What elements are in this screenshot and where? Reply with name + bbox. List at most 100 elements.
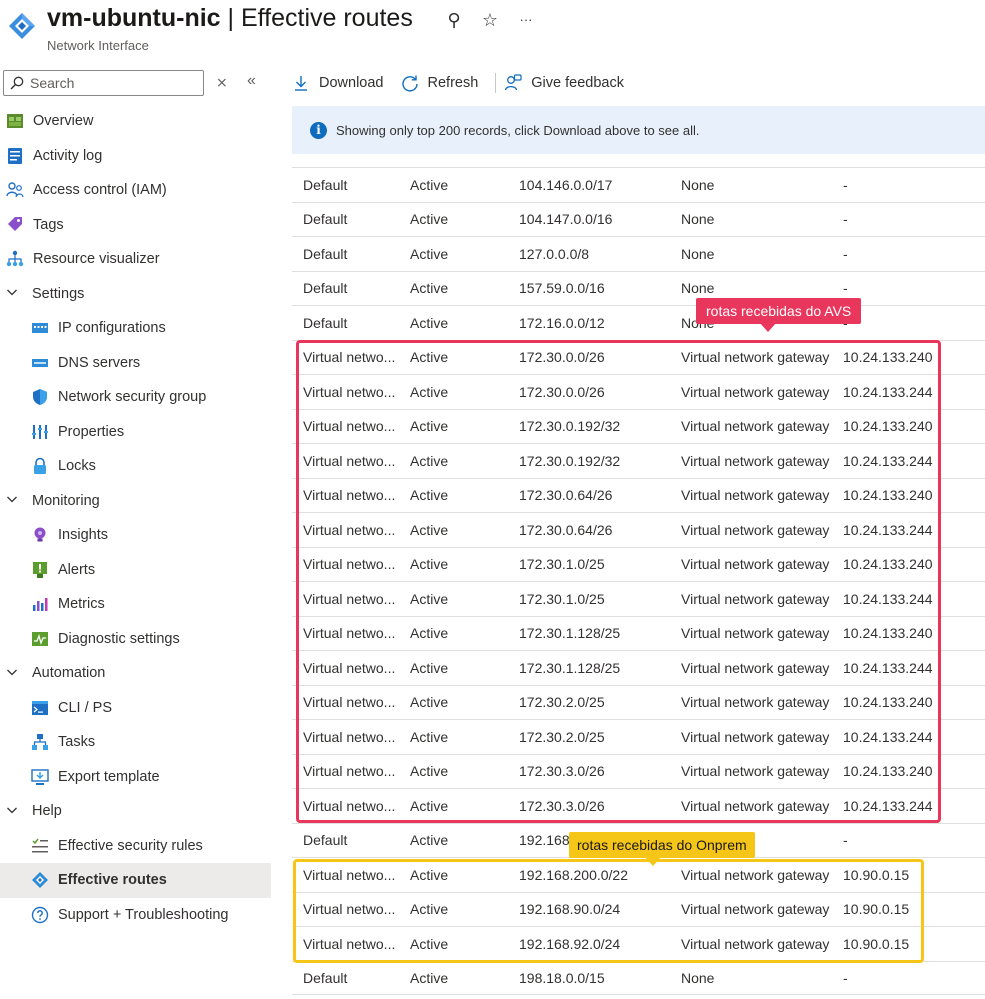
cell-next-hop-type: Virtual network gateway <box>681 797 830 814</box>
cell-route-state: Active <box>410 590 449 607</box>
cell-next-hop-ip: - <box>843 176 848 193</box>
sidebar-item-label: Properties <box>58 423 125 440</box>
cell-route-source: Virtual netwo... <box>303 797 396 814</box>
cell-route-source: Default <box>303 280 348 297</box>
chevron-down-icon <box>6 804 24 819</box>
cell-route-state: Active <box>410 797 449 814</box>
sidebar-item-support-troubleshooting[interactable]: Support + Troubleshooting <box>0 898 271 933</box>
sidebar-item-label: Access control (IAM) <box>33 182 167 199</box>
cell-next-hop-type: None <box>681 176 715 193</box>
table-row: Virtual netwo... Active 172.30.0.64/26 Virt… <box>292 477 985 513</box>
sidebar-item-properties[interactable]: Properties <box>0 415 271 450</box>
sidebar-item-label: CLI / PS <box>58 699 112 716</box>
sidebar-item-tags[interactable]: Tags <box>0 208 271 243</box>
download-label: Download <box>319 75 384 91</box>
collapse-menu-icon[interactable]: « <box>247 72 256 90</box>
tasks-icon <box>31 733 49 751</box>
cell-next-hop-type: Virtual network gateway <box>681 452 830 469</box>
sidebar-item-activity-log[interactable]: Activity log <box>0 139 271 174</box>
diagnostic-icon <box>31 630 49 648</box>
sidebar-item-tasks[interactable]: Tasks <box>0 725 271 760</box>
table-row: Virtual netwo... Active 172.30.0.192/32 Vir… <box>292 443 985 478</box>
search-box[interactable] <box>3 70 204 96</box>
table-row: Virtual netwo... Active 172.30.1.0/25 Virtu… <box>292 581 985 616</box>
table-row: Virtual netwo... Active 192.168.92.0/24 Vir… <box>292 926 985 961</box>
cell-address-prefix: 172.30.2.0/25 <box>519 694 605 711</box>
sidebar-item-diagnostic-settings[interactable]: Diagnostic settings <box>0 622 271 657</box>
sidebar-item-metrics[interactable]: Metrics <box>0 587 271 622</box>
sidebar-item-insights[interactable]: Insights <box>0 518 271 553</box>
cell-route-state: Active <box>410 659 449 676</box>
table-row: Virtual netwo... Active 172.30.0.0/26 Virtu… <box>292 374 985 409</box>
cell-route-state: Active <box>410 211 449 228</box>
cell-route-state: Active <box>410 901 449 918</box>
sidebar-item-dns-servers[interactable]: DNS servers <box>0 346 271 381</box>
sidebar-item-export-template[interactable]: Export template <box>0 760 271 795</box>
sidebar-item-overview[interactable]: Overview <box>0 104 271 139</box>
refresh-label: Refresh <box>427 75 479 91</box>
cell-next-hop-type: None <box>681 969 715 986</box>
table-row: Default Active 104.147.0.0/16 None - <box>292 201 985 237</box>
table-row: Virtual netwo... Active 192.168.90.0/24 Vir… <box>292 891 985 927</box>
download-button[interactable]: Download <box>292 74 384 92</box>
sidebar-item-effective-security-rules[interactable]: Effective security rules <box>0 829 271 864</box>
cell-route-source: Default <box>303 832 348 849</box>
cell-next-hop-ip: 10.24.133.240 <box>843 625 933 642</box>
cell-next-hop-ip: 10.24.133.240 <box>843 694 933 711</box>
sidebar-group-automation[interactable]: Automation <box>0 656 271 691</box>
sidebar-item-effective-routes[interactable]: Effective routes <box>0 863 271 898</box>
cell-next-hop-ip: 10.24.133.244 <box>843 521 933 538</box>
cell-next-hop-ip: 10.90.0.15 <box>843 935 910 952</box>
sidebar-item-label: Alerts <box>58 561 96 578</box>
cell-address-prefix: 157.59.0.0/16 <box>519 280 605 297</box>
cell-address-prefix: 127.0.0.0/8 <box>519 245 590 262</box>
cell-address-prefix: 172.30.1.0/25 <box>519 590 605 607</box>
cell-address-prefix: 172.30.0.0/26 <box>519 349 605 366</box>
activity-log-icon <box>6 147 24 165</box>
sidebar-group-monitoring[interactable]: Monitoring <box>0 484 271 519</box>
cell-next-hop-type: None <box>681 245 715 262</box>
collapse-all-icon[interactable]: ⨯ <box>216 74 228 91</box>
cell-route-state: Active <box>410 625 449 642</box>
export-icon <box>31 768 49 786</box>
sidebar-group-help[interactable]: Help <box>0 794 271 829</box>
cell-next-hop-type: Virtual network gateway <box>681 487 830 504</box>
table-row: Virtual netwo... Active 172.30.1.128/25 Vir… <box>292 650 985 685</box>
chevron-down-icon <box>6 666 24 681</box>
cell-address-prefix: 192.168. <box>519 832 574 849</box>
sidebar-item-locks[interactable]: Locks <box>0 449 271 484</box>
cell-route-state: Active <box>410 314 449 331</box>
cell-next-hop-ip: - <box>843 280 848 297</box>
cell-route-state: Active <box>410 763 449 780</box>
more-icon[interactable]: ··· <box>516 10 536 31</box>
star-icon[interactable]: ☆ <box>480 10 500 31</box>
info-icon: i <box>310 121 327 139</box>
sidebar-item-access-control-iam[interactable]: Access control (IAM) <box>0 173 271 208</box>
cell-address-prefix: 172.30.1.128/25 <box>519 659 621 676</box>
cell-route-state: Active <box>410 935 449 952</box>
search-input[interactable] <box>30 75 200 91</box>
table-row: Default Active 157.59.0.0/16 None - <box>292 270 985 306</box>
sidebar-item-label: DNS servers <box>58 354 141 371</box>
sidebar-group-settings[interactable]: Settings <box>0 277 271 312</box>
cell-route-state: Active <box>410 487 449 504</box>
sidebar-item-label: Network security group <box>58 389 207 406</box>
refresh-button[interactable]: Refresh <box>401 74 479 92</box>
cell-route-source: Virtual netwo... <box>303 383 396 400</box>
sidebar-item-alerts[interactable]: Alerts <box>0 553 271 588</box>
cell-route-state: Active <box>410 521 449 538</box>
sidebar-item-network-security-group[interactable]: Network security group <box>0 380 271 415</box>
give-feedback-button[interactable]: Give feedback <box>504 74 624 92</box>
visualizer-icon <box>6 250 24 268</box>
pin-icon[interactable]: ⚲ <box>444 10 464 31</box>
cell-next-hop-ip: - <box>843 211 848 228</box>
sidebar-item-cli-ps[interactable]: CLI / PS <box>0 691 271 726</box>
info-banner-text: Showing only top 200 records, click Down… <box>336 122 700 138</box>
sidebar-item-ip-configurations[interactable]: IP configurations <box>0 311 271 346</box>
cell-address-prefix: 198.18.0.0/15 <box>519 969 605 986</box>
sidebar-item-label: Effective security rules <box>58 837 203 854</box>
cell-next-hop-type: Virtual network gateway <box>681 556 830 573</box>
cell-next-hop-ip: - <box>843 832 848 849</box>
sidebar-item-resource-visualizer[interactable]: Resource visualizer <box>0 242 271 277</box>
cell-route-state: Active <box>410 280 449 297</box>
